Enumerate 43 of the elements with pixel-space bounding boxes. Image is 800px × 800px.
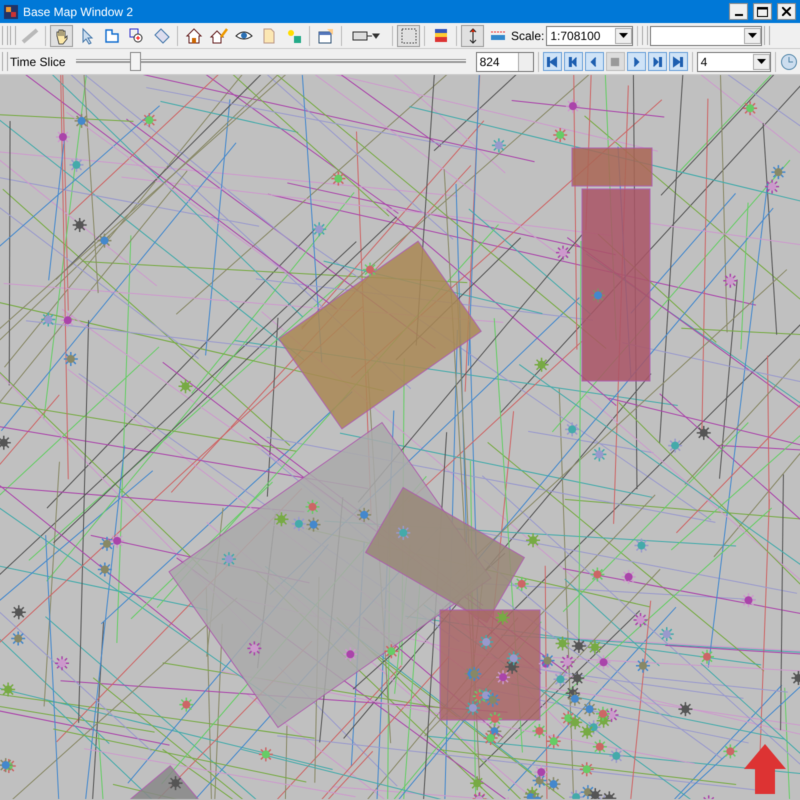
- dropdown-button[interactable]: [752, 54, 770, 70]
- grid-tool-button[interactable]: [397, 24, 420, 46]
- maximize-button[interactable]: [753, 3, 772, 20]
- spin-buttons[interactable]: [518, 52, 533, 70]
- prev-button[interactable]: [584, 52, 604, 71]
- prev-fast-button[interactable]: [564, 52, 583, 71]
- dropdown-button[interactable]: [615, 28, 632, 44]
- app-icon: [4, 4, 18, 18]
- last-icon: [671, 54, 686, 68]
- time-slice-field[interactable]: 824: [476, 52, 534, 72]
- house-pencil-icon: [210, 26, 228, 44]
- caret-icon: [756, 59, 766, 64]
- window-title: Base Map Window 2: [23, 4, 134, 18]
- pan-tool-button[interactable]: [50, 24, 73, 46]
- zoom-icon: [128, 26, 146, 44]
- scale-label: Scale:: [511, 28, 544, 42]
- time-slice-label: Time Slice: [10, 54, 66, 68]
- maximize-icon: [757, 6, 768, 16]
- rectangle-dropdown-icon: [352, 28, 382, 42]
- north-tool-button[interactable]: [461, 24, 484, 46]
- caret-icon: [748, 33, 758, 38]
- dropdown-button[interactable]: [744, 28, 762, 44]
- window-icon: [316, 26, 334, 44]
- caret-icon: [619, 33, 628, 38]
- polygon-icon: [102, 26, 120, 44]
- time-slider-thumb[interactable]: [130, 52, 142, 71]
- next-fast-button[interactable]: [648, 52, 667, 71]
- next-fast-icon: [650, 54, 664, 68]
- scale-dropdown[interactable]: 1:708100: [546, 26, 634, 46]
- close-icon: [782, 7, 791, 16]
- minimize-icon: [734, 14, 742, 16]
- close-button[interactable]: [777, 3, 796, 20]
- step-dropdown[interactable]: 4: [696, 52, 771, 72]
- dotted-frame-icon: [400, 26, 418, 44]
- clock-icon[interactable]: [780, 52, 798, 70]
- house-icon: [184, 26, 202, 44]
- first-button[interactable]: [542, 52, 562, 71]
- up-arrow-icon[interactable]: [744, 744, 786, 794]
- last-button[interactable]: [668, 52, 688, 71]
- layer-dropdown[interactable]: [650, 26, 762, 46]
- first-icon: [545, 54, 560, 68]
- next-button[interactable]: [626, 52, 646, 71]
- minimize-button[interactable]: [729, 3, 748, 20]
